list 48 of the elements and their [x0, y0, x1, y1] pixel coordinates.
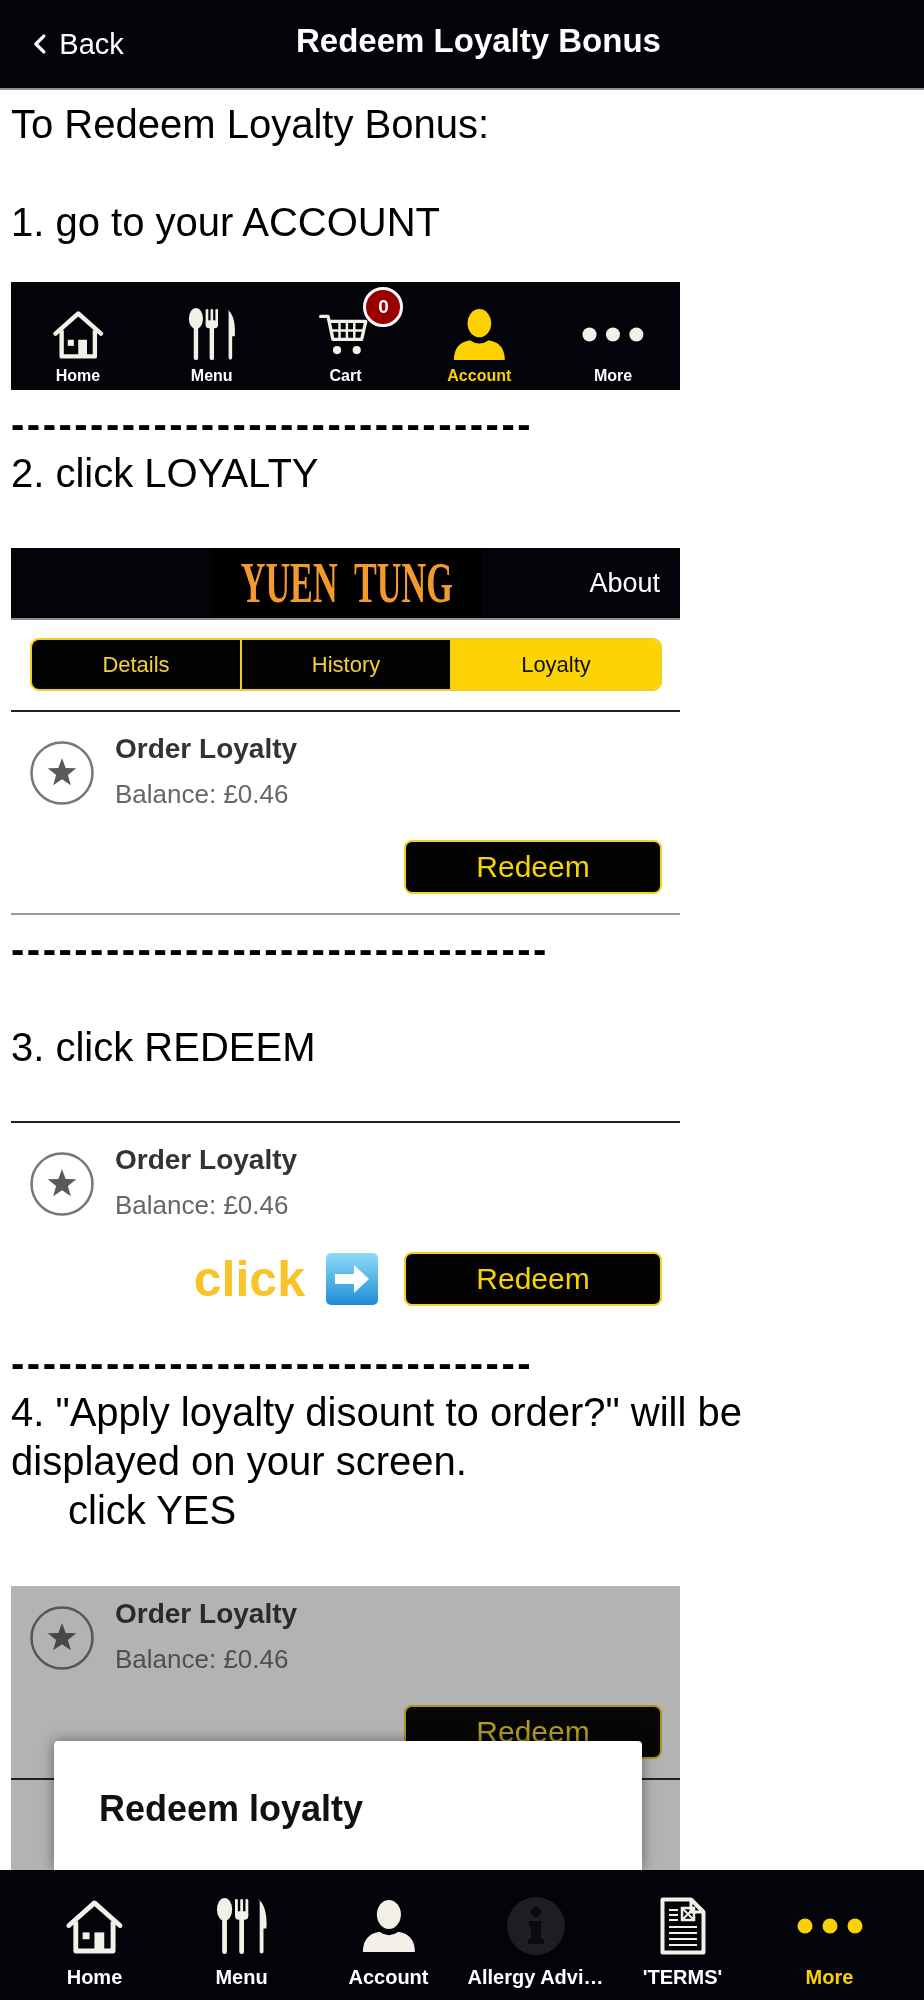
segment-tab[interactable]: Loyalty: [450, 640, 660, 689]
balance-text: Balance: £0.46: [115, 1643, 290, 1676]
step-text: 1. go to your ACCOUNT: [11, 199, 442, 246]
tab-bar-item[interactable]: More: [756, 1870, 903, 2000]
tab-bar-item[interactable]: Home: [11, 282, 145, 390]
segment-tab[interactable]: History: [240, 640, 450, 689]
balance-text: Balance: £0.46: [115, 778, 290, 811]
redeem-button[interactable]: Redeem: [404, 1252, 662, 1306]
info-icon: [506, 1897, 565, 1955]
step-text: 2. click LOYALTY: [11, 450, 320, 497]
tab-bar-item[interactable]: Menu: [144, 282, 279, 390]
about-link[interactable]: About: [589, 567, 660, 599]
step-text: 3. click REDEEM: [11, 1024, 317, 1071]
tab-bar-item[interactable]: More: [546, 282, 680, 390]
restaurant-logo: YUEN TUNG: [211, 548, 482, 618]
back-button[interactable]: Back: [33, 27, 124, 61]
dashed-separator: ---------------------------------: [11, 401, 535, 448]
home-icon: [51, 309, 105, 359]
page-title: Redeem Loyalty Bonus: [296, 21, 661, 61]
count-badge: 0: [363, 287, 404, 327]
segment-tab[interactable]: Details: [32, 640, 240, 689]
redeem-button[interactable]: Redeem: [404, 840, 662, 894]
more-icon: [582, 326, 645, 342]
dialog-title: Redeem loyalty: [99, 1788, 365, 1830]
step-text: 4. "Apply loyalty disount to order?" will be displayed on your screen.: [11, 1389, 743, 1485]
document-icon: [659, 1897, 706, 1955]
tab-bar-item[interactable]: Home: [21, 1870, 168, 2000]
arrow-right-icon: [326, 1253, 378, 1305]
tab-bar-item[interactable]: Account: [412, 282, 547, 390]
more-icon: [796, 1918, 863, 1934]
tab-bar-item[interactable]: Account: [315, 1870, 462, 2000]
click-hint: click: [193, 1251, 305, 1307]
chevron-left-icon: [33, 34, 47, 54]
loyalty-title: Order Loyalty: [115, 1143, 298, 1177]
cutlery-icon: [215, 1897, 268, 1955]
dashed-separator: ---------------------------------: [11, 1340, 535, 1387]
balance-text: Balance: £0.46: [115, 1189, 290, 1222]
tab-bar-item[interactable]: 0 Cart: [278, 282, 413, 390]
dashed-separator: ----------------------------------: [11, 926, 550, 973]
cutlery-icon: [187, 307, 236, 361]
loyalty-title: Order Loyalty: [115, 1597, 298, 1631]
tab-bar-item[interactable]: Allergy Advi…: [462, 1870, 609, 2000]
tab-bar-item[interactable]: 'TERMS': [609, 1870, 756, 2000]
tab-bar-item[interactable]: Menu: [168, 1870, 315, 2000]
home-icon: [65, 1898, 124, 1954]
intro-text: To Redeem Loyalty Bonus:: [11, 101, 491, 148]
loyalty-title: Order Loyalty: [115, 732, 298, 766]
step-subtext: click YES: [67, 1487, 238, 1534]
